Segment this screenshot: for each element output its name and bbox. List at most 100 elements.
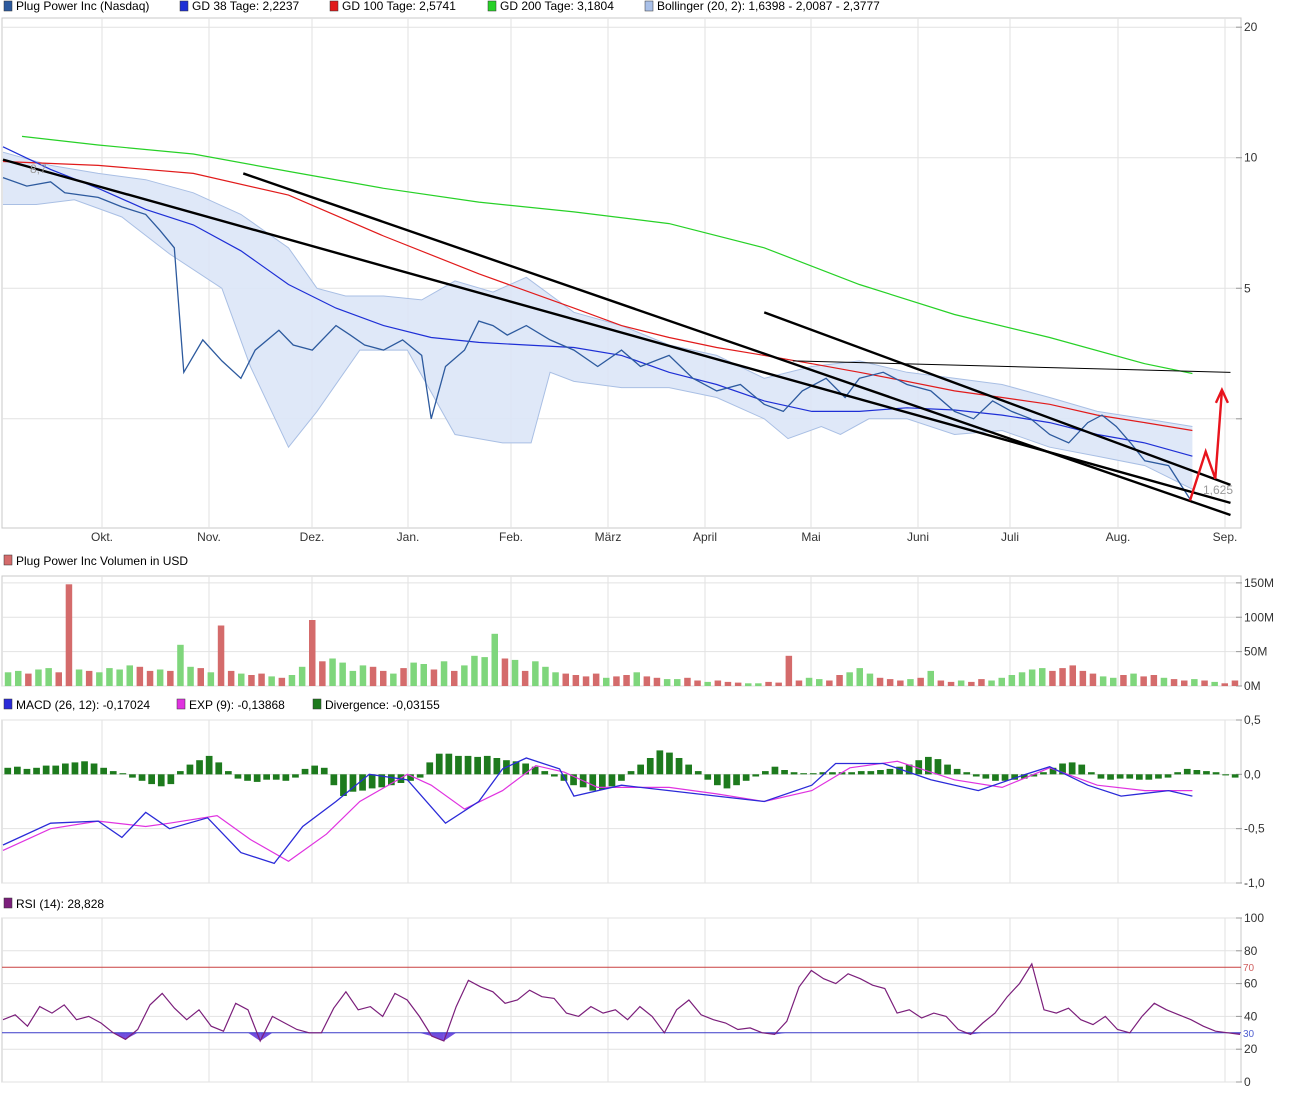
divergence-bar [42, 765, 50, 775]
volume-bar [15, 670, 22, 686]
volume-bar [1039, 668, 1046, 686]
divergence-bar [618, 774, 625, 781]
divergence-bar [71, 762, 79, 775]
volume-bar [1191, 679, 1198, 686]
rsi-ref-70-label: 70 [1243, 963, 1255, 974]
volume-bar [278, 677, 286, 687]
divergence-bar [292, 774, 299, 778]
divergence-bar [781, 770, 788, 775]
price-panel: 20 10 5 [1, 17, 1258, 529]
divergence-bar [445, 753, 453, 775]
volume-bar [451, 670, 458, 686]
rsi-tick-label-2: 60 [1244, 977, 1258, 991]
divergence-bar [157, 774, 165, 787]
volume-bar [1018, 672, 1026, 687]
volume-bar [96, 672, 103, 687]
month-label-8: Juni [907, 530, 929, 544]
divergence-bar [646, 758, 654, 775]
volume-bar [329, 658, 336, 686]
divergence-bar [455, 755, 462, 775]
volume-bar [106, 668, 113, 686]
legend-gd100: GD 100 Tage: 2,5741 [342, 0, 456, 13]
divergence-bar [330, 774, 338, 786]
divergence-bar [1001, 774, 1009, 781]
divergence-bar [493, 758, 501, 775]
divergence-bar [148, 774, 155, 785]
volume-bar [25, 673, 32, 686]
divergence-bar [589, 774, 597, 791]
macd-tick-label-3: -1,0 [1244, 876, 1265, 890]
divergence-bar [1164, 774, 1172, 778]
legend-macd: MACD (26, 12): -0,17024 [16, 698, 150, 712]
divergence-bar [963, 772, 971, 775]
volume-bar [288, 675, 296, 686]
divergence-bar [301, 768, 309, 775]
volume-bar [836, 675, 843, 686]
divergence-bar [551, 774, 558, 777]
volume-bar [238, 673, 245, 686]
volume-bar [45, 668, 52, 686]
volume-bar [947, 681, 955, 686]
divergence-bar [877, 770, 884, 775]
volume-bar [603, 677, 610, 687]
volume-bar [126, 665, 133, 686]
legend-divergence: Divergence: -0,03155 [325, 698, 440, 712]
volume-bar [410, 662, 417, 686]
volume-bar [957, 680, 965, 686]
volume-bar [562, 673, 569, 686]
divergence-bar [62, 763, 69, 775]
volume-bar [734, 682, 742, 686]
divergence-bar [272, 774, 280, 780]
divergence-bar [685, 764, 692, 775]
volume-bar [4, 672, 12, 687]
volume-panel: 150M 100M 50M 0M [1, 575, 1274, 693]
legend-price: Plug Power Inc (Nasdaq) [16, 0, 149, 13]
volume-bar [167, 670, 174, 686]
last-value-label: 1,625 [1203, 483, 1233, 497]
rsi-panel: 100 80 60 40 20 0 70 30 [1, 911, 1264, 1089]
volume-bar [1160, 677, 1168, 687]
volume-bar [177, 644, 184, 687]
volume-bar [248, 675, 255, 686]
volume-bar [227, 670, 235, 686]
volume-bar [1049, 670, 1056, 686]
divergence-bar [1088, 772, 1095, 775]
divergence-bar [800, 773, 807, 775]
divergence-bar [886, 768, 894, 775]
volume-bar [1181, 680, 1188, 686]
divergence-bar [972, 774, 980, 777]
volume-bar [694, 680, 701, 686]
volume-bar [85, 670, 93, 686]
legend-gd38: GD 38 Tage: 2,2237 [192, 0, 300, 13]
volume-bar [1201, 680, 1208, 686]
volume-bar [816, 679, 823, 686]
volume-bar [582, 676, 590, 686]
volume-bar [521, 670, 529, 686]
divergence-bar [608, 774, 616, 787]
divergence-bar [368, 774, 376, 789]
volume-bar [998, 677, 1005, 687]
divergence-bar [244, 774, 251, 781]
volume-bar [866, 673, 874, 686]
divergence-bar [311, 765, 318, 775]
volume-bar [55, 672, 62, 687]
volume-bar [856, 668, 863, 686]
divergence-bar [723, 774, 731, 789]
volume-bar [420, 664, 427, 686]
volume-bar [1140, 676, 1147, 686]
volume-bar [471, 655, 478, 687]
volume-bar [349, 670, 357, 686]
volume-bar [156, 669, 164, 686]
price-tick-label-2: 5 [1244, 281, 1251, 295]
volume-bar [75, 669, 83, 686]
volume-bar [1110, 677, 1117, 687]
volume-bar [846, 672, 853, 687]
divergence-bar [541, 771, 549, 775]
volume-bar [785, 655, 793, 687]
divergence-bar [848, 772, 855, 775]
volume-bar [116, 669, 123, 686]
volume-bar [1170, 679, 1178, 686]
volume-bar [704, 681, 711, 686]
volume-bar [65, 584, 73, 687]
volume-bar [1221, 683, 1228, 687]
